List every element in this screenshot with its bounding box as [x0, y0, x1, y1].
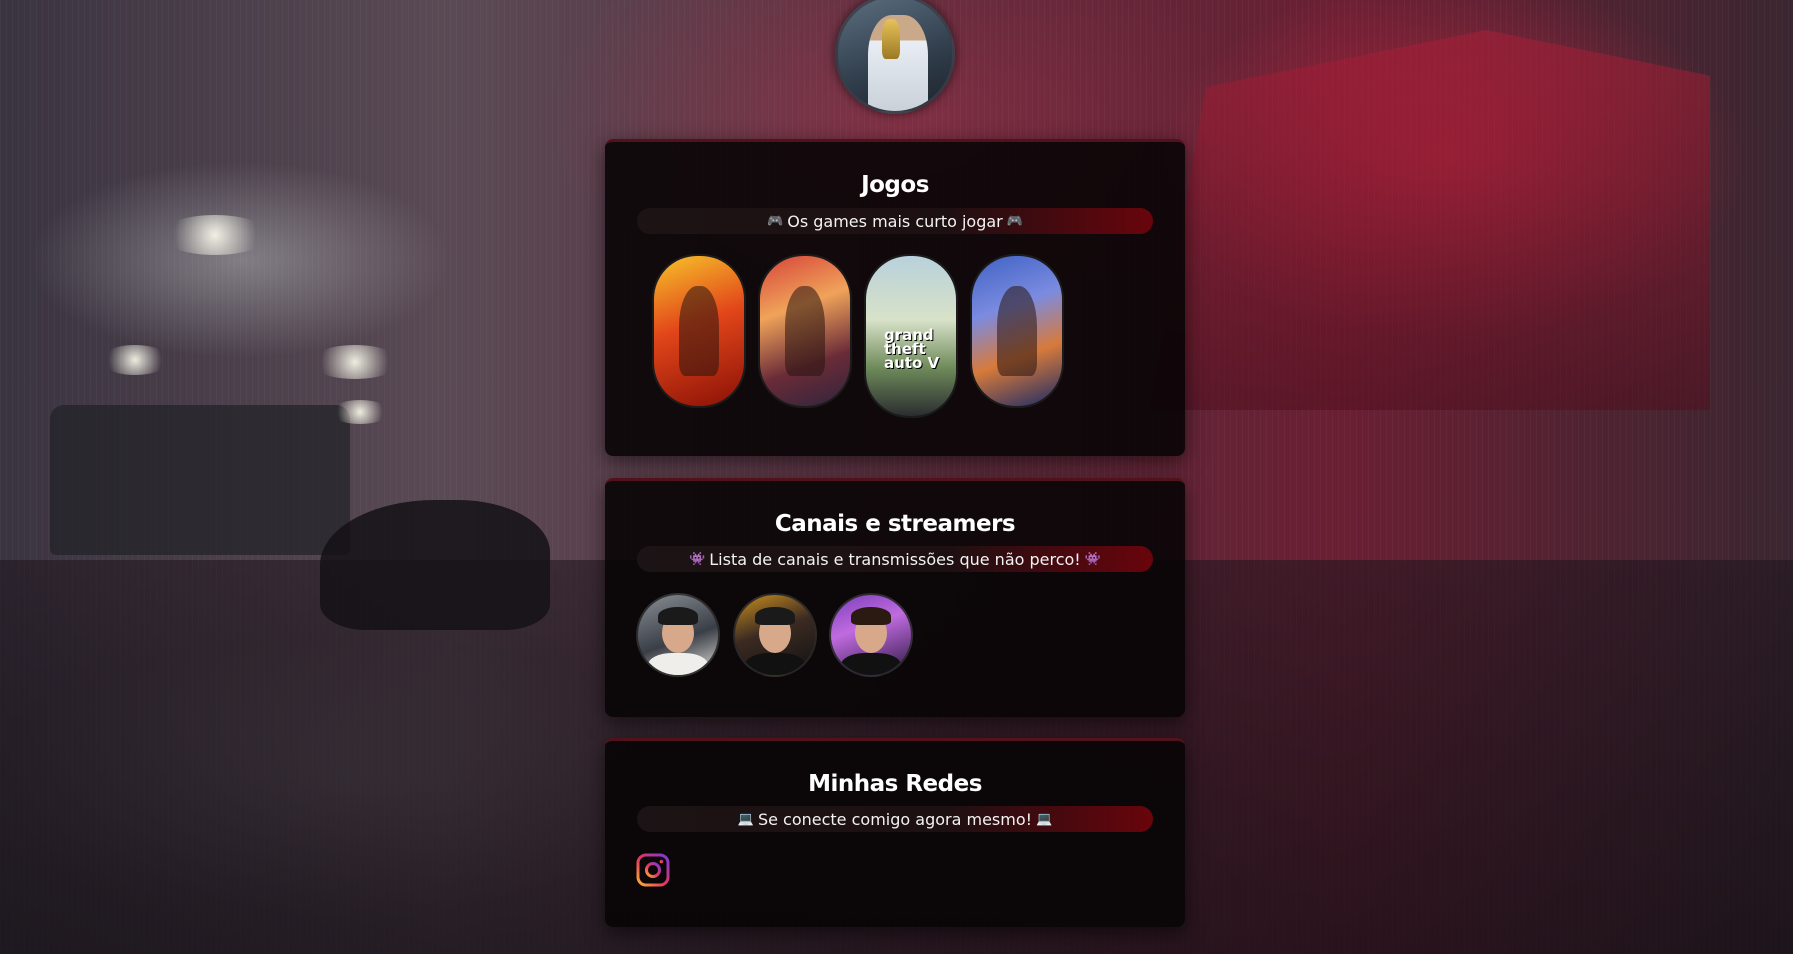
- socials-title: Minhas Redes: [808, 771, 982, 797]
- game-card-gta-v[interactable]: grand theft auto V: [864, 254, 958, 418]
- alien-monster-icon: 👾: [1084, 551, 1101, 567]
- gamepad-icon: 🎮: [767, 213, 784, 229]
- game-card-rdr2[interactable]: [652, 254, 746, 408]
- background-vehicle: [50, 405, 350, 555]
- streamers-subtitle: Lista de canais e transmissões que não p…: [709, 549, 1081, 569]
- alien-monster-icon: 👾: [689, 551, 706, 567]
- laptop-icon: 💻: [1036, 811, 1053, 827]
- trophy-icon: [882, 19, 900, 59]
- background-building: [1150, 30, 1710, 410]
- laptop-icon: 💻: [737, 811, 754, 827]
- cover-character: [997, 286, 1037, 376]
- streamer-hair: [658, 607, 698, 625]
- cover-character: [679, 286, 719, 376]
- streamers-subtitle-bar: 👾 Lista de canais e transmissões que não…: [637, 546, 1153, 572]
- streamers-title: Canais e streamers: [774, 511, 1016, 537]
- background-street-lamp: [160, 215, 270, 255]
- socials-subtitle: Se conecte comigo agora mesmo!: [757, 809, 1033, 829]
- gta-logo-text: grand theft auto V: [884, 326, 940, 372]
- profile-avatar: [835, 0, 955, 114]
- game-card-sf6[interactable]: [970, 254, 1064, 408]
- instagram-icon-svg: [636, 853, 670, 887]
- streamer-hair: [755, 607, 795, 625]
- socials-subtitle-bar: 💻 Se conecte comigo agora mesmo! 💻: [637, 806, 1153, 832]
- instagram-icon[interactable]: [636, 853, 670, 887]
- games-title: Jogos: [861, 172, 929, 198]
- background-motorcycle: [320, 500, 550, 630]
- games-subtitle-bar: 🎮 Os games mais curto jogar 🎮: [637, 208, 1153, 234]
- background-street-lamp: [100, 345, 170, 375]
- streamer-shirt: [841, 653, 901, 675]
- streamer-avatar-3[interactable]: [829, 593, 913, 677]
- background-street-lamp: [310, 345, 400, 379]
- streamer-avatar-1[interactable]: [636, 593, 720, 677]
- streamer-shirt: [745, 653, 805, 675]
- socials-panel: Minhas Redes 💻 Se conecte comigo agora m…: [605, 738, 1185, 927]
- games-subtitle: Os games mais curto jogar: [787, 211, 1003, 231]
- streamer-avatar-2[interactable]: [733, 593, 817, 677]
- background-street-lamp: [330, 400, 390, 424]
- game-card-2[interactable]: [758, 254, 852, 408]
- cover-character: [785, 286, 825, 376]
- gamepad-icon: 🎮: [1006, 213, 1023, 229]
- streamer-hair: [851, 607, 891, 625]
- streamer-shirt: [648, 653, 708, 675]
